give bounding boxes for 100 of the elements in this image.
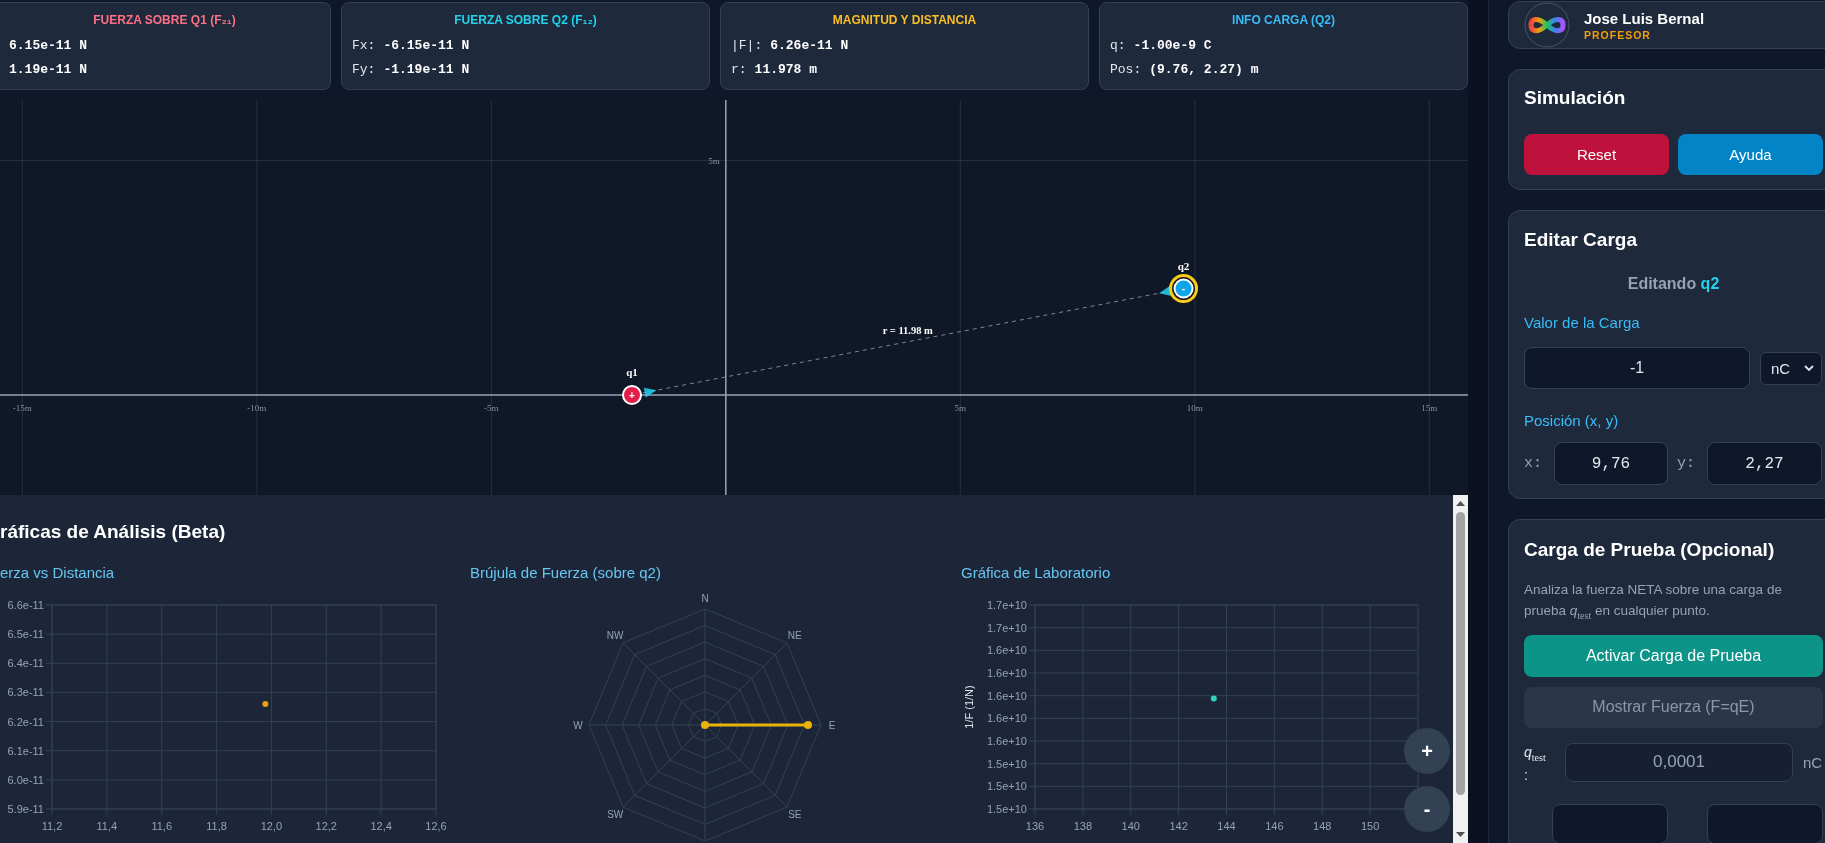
direction-label: W [573,719,583,731]
scrollbar-thumb[interactable] [1456,512,1465,795]
tick-label: 144 [1217,820,1236,832]
user-name: Jose Luis Bernal [1584,8,1705,28]
axis-tick-label: 10m [1186,403,1203,413]
chevron-down-icon [1804,365,1814,371]
charge-label: q1 [626,366,638,378]
field-label: x: [1524,455,1543,472]
field-value: -6.15e-11 N [383,37,470,55]
direction-label: N [701,592,709,604]
field-label: Valor de la Carga [1524,313,1641,333]
field-value: 6.26e-11 N [770,37,849,55]
axis-tick-label: 5m [708,155,720,166]
unit-select[interactable]: nC [1760,351,1822,385]
charge-label: q2 [1177,259,1190,272]
field-value: -1.00e-9 C [1133,37,1212,55]
data-point[interactable] [262,701,269,708]
help-button[interactable]: Ayuda [1678,134,1823,175]
tick-label: 1.6e+10 [986,667,1027,679]
position-field[interactable]: 9,76 [1554,442,1668,485]
direction-label: E [828,719,836,731]
tick-label: 1.5e+10 [986,757,1027,770]
field-label: |F|: [731,37,763,55]
tick-label: 136 [1025,820,1045,832]
zoom-out-button[interactable]: - [1404,786,1450,832]
direction-label: NW [606,629,624,641]
direction-label: SE [788,809,802,821]
tick-label: 148 [1313,820,1332,832]
unit-label: nC [1803,752,1823,773]
panel-title: Carga de Prueba (Opcional) [1524,538,1776,562]
tick-label: 6.2e-11 [7,715,44,728]
description-text: Analiza la fuerza NETA sobre una carga de prueba q$_{test}$ en cualquier punto. [1524,581,1783,623]
field-value: 6.15e-11 N [9,37,87,55]
input-field[interactable] [1552,804,1668,843]
tick-label: 140 [1121,820,1140,832]
force-arrow [1159,286,1172,296]
axis-tick-label: -10m [247,403,267,413]
card-title: FUERZA SOBRE Q2 (F₁₂) [453,12,598,28]
card-title: FUERZA SOBRE Q1 (F₂₁) [92,12,237,28]
panel-title: Simulación [1524,86,1627,110]
scroll-up-arrow-icon[interactable] [1456,501,1465,506]
tick-label: 1.6e+10 [986,644,1027,657]
axis-tick-label: -15m [12,403,32,413]
tick-label: 6.0e-11 [7,773,44,786]
panel-title: Editar Carga [1524,228,1638,252]
direction-label: SW [607,809,624,821]
tick-label: 11,4 [96,820,118,832]
tick-label: 146 [1265,820,1284,832]
tick-label: 1.7e+10 [986,621,1027,634]
reset-button[interactable]: Reset [1524,134,1669,175]
distance-label: r = 11.98 m [882,324,933,336]
field-label: Pos: [1110,61,1142,79]
tick-label: 150 [1360,820,1380,832]
card-title: INFO CARGA (Q2) [1231,12,1336,28]
tick-label: 1.6e+10 [986,689,1027,702]
chart-title: erza vs Distancia [0,563,116,583]
tick-label: 142 [1169,820,1188,832]
data-point[interactable] [1210,695,1217,702]
tick-label: 1.7e+10 [986,599,1027,611]
force-arrow [643,387,657,398]
field-value: 1.19e-11 N [9,61,87,79]
tick-label: 12,0 [260,820,283,832]
field-label: q: [1110,37,1126,55]
input-field[interactable] [1707,804,1823,843]
field-label: Fx: [352,37,376,55]
chart-title: Brújula de Fuerza (sobre q2) [470,563,662,583]
tick-label: 5.9e-11 [7,803,44,815]
tick-label: 6.4e-11 [7,657,44,670]
tick-label: 6.3e-11 [7,686,44,699]
tick-label: 1.6e+10 [986,712,1027,725]
section-heading: ráficas de Análisis (Beta) [0,520,227,544]
tick-label: 1.6e+10 [986,735,1027,747]
tick-label: 138 [1073,820,1093,832]
charge-value-field[interactable]: -1 [1524,347,1750,389]
axis-tick-label: -5m [484,403,499,413]
field-label: y: [1677,455,1696,472]
tick-label: 1.5e+10 [986,780,1027,793]
field-label: Fy: [352,61,376,79]
field-label: q$_{test}$ : [1524,742,1547,785]
simulation-canvas[interactable]: -15m -10m -5m 5m 10m 15m 5m r = 11.98 m + q1 - q2 [0,100,1468,495]
tick-label: 6.6e-11 [7,599,44,611]
axis-label: 1/F (1/N) [963,685,975,729]
charge-marker[interactable]: + [622,385,642,405]
scrollbar[interactable] [1453,495,1468,843]
user-role: PROFESOR [1584,27,1652,42]
zoom-in-button[interactable]: + [1404,728,1450,774]
tick-label: 11,2 [41,820,63,832]
activate-test-charge-button[interactable]: Activar Carga de Prueba [1524,634,1823,677]
position-field[interactable]: 2,27 [1707,442,1822,485]
editing-status: Editando q2 [1626,274,1721,294]
tick-label: 12,2 [315,820,337,832]
tick-label: 11,6 [151,820,172,832]
field-value: 11.978 m [754,61,818,79]
card-title: MAGNITUD Y DISTANCIA [831,12,978,28]
tick-label: 12,6 [425,820,447,832]
axis-tick-label: 15m [1421,403,1438,413]
direction-label: NE [787,629,802,641]
field-label: r: [731,61,747,79]
scroll-down-arrow-icon[interactable] [1456,832,1465,837]
field-value: (9.76, 2.27) m [1149,61,1259,79]
